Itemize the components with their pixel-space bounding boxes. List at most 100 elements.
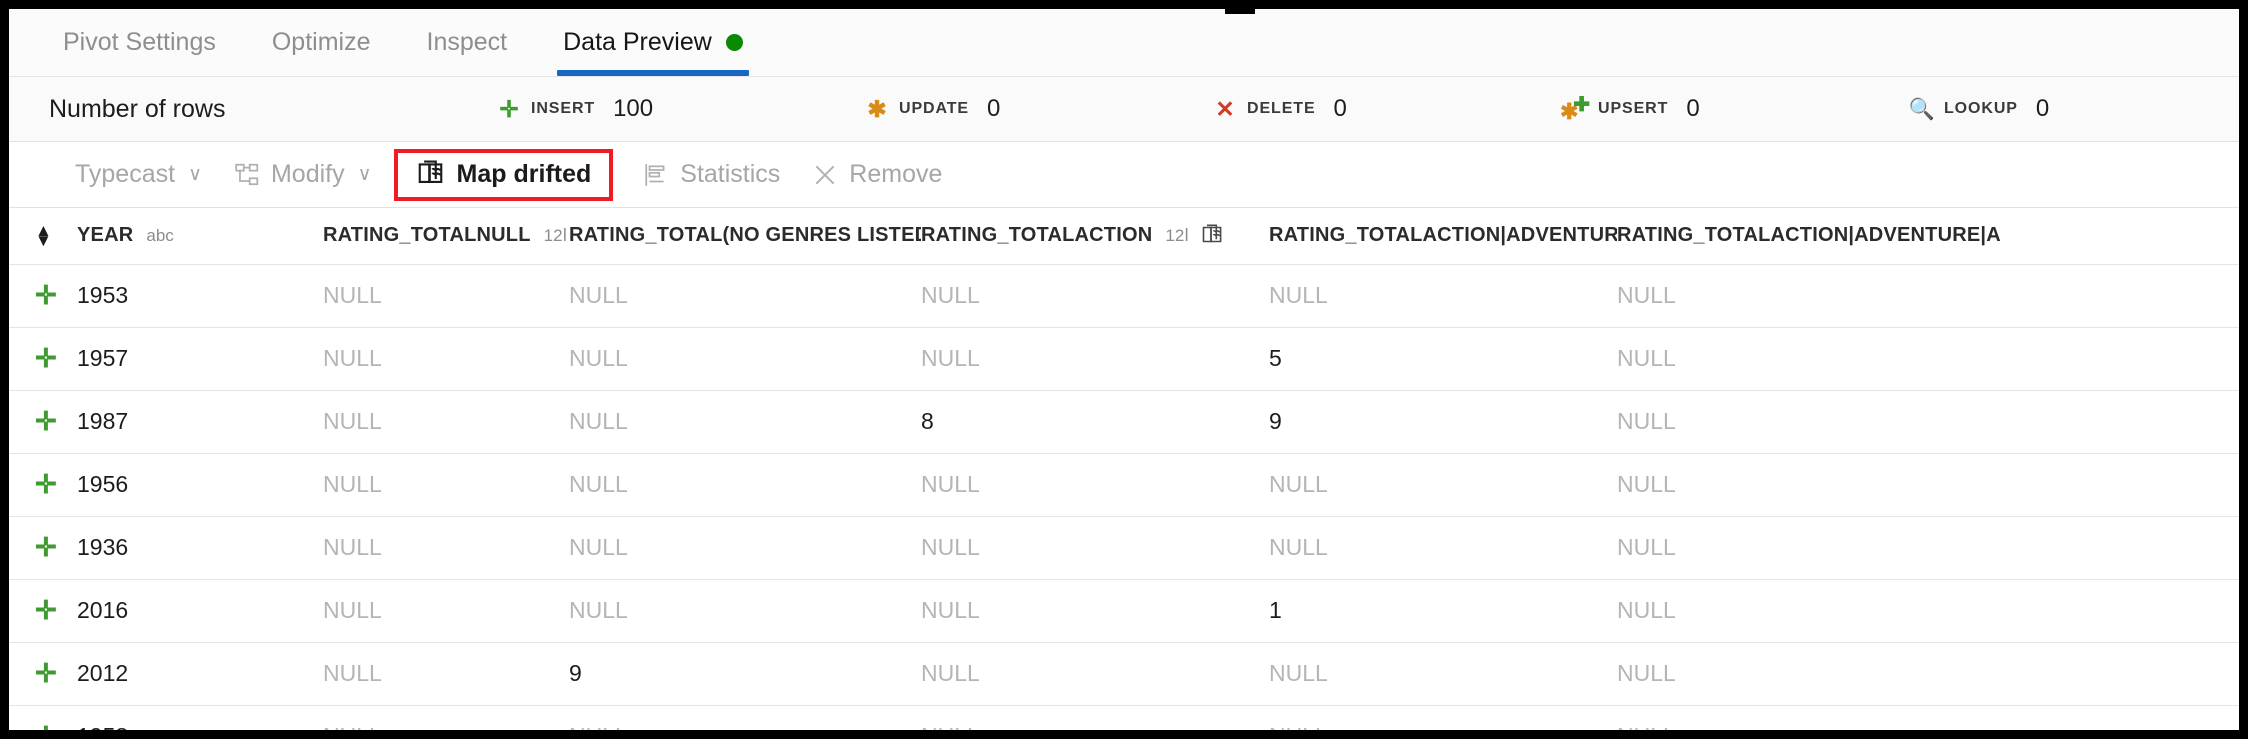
cell-rating-total-no-genres[interactable]: NULL xyxy=(569,264,921,328)
cell-year[interactable]: 2012 xyxy=(77,642,323,706)
column-header-rating-totalaction-adventure-a[interactable]: RATING_TOTALACTION|ADVENTURE|A xyxy=(1617,208,2239,265)
cell-rating-totalnull[interactable]: NULL xyxy=(323,705,569,730)
map-drifted-button[interactable]: Map drifted xyxy=(393,148,614,201)
table-row[interactable]: ✛ 2012 NULL 9 NULL NULL NULL xyxy=(9,642,2239,706)
cell-rating-totalaction-adventure[interactable]: NULL xyxy=(1269,705,1617,730)
cell-year[interactable]: 1936 xyxy=(77,516,323,580)
remove-button[interactable]: Remove xyxy=(796,151,958,199)
typecast-button[interactable]: Typecast ∨ xyxy=(59,151,218,199)
table-row[interactable]: ✛ 1956 NULL NULL NULL NULL NULL xyxy=(9,453,2239,517)
sort-column-header[interactable]: ▲ ▼ xyxy=(9,208,77,265)
row-expand-cell[interactable]: ✛ xyxy=(9,705,77,730)
cell-rating-totalaction-adventure[interactable]: NULL xyxy=(1269,453,1617,517)
modify-icon xyxy=(234,162,260,188)
cell-rating-total-no-genres[interactable]: NULL xyxy=(569,705,921,730)
table-row[interactable]: ✛ 1957 NULL NULL NULL 5 NULL xyxy=(9,327,2239,391)
tab-data-preview[interactable]: Data Preview xyxy=(535,9,771,76)
column-header-rating-totalaction-adventure[interactable]: RATING_TOTALACTION|ADVENTURE xyxy=(1269,208,1617,265)
cell-value: NULL xyxy=(1617,471,1676,497)
cell-rating-totalaction-adventure-a[interactable]: NULL xyxy=(1617,705,2239,730)
cell-rating-totalaction-adventure-a[interactable]: NULL xyxy=(1617,390,2239,454)
row-expand-cell[interactable]: ✛ xyxy=(9,453,77,517)
cell-rating-totalaction-adventure[interactable]: 5 xyxy=(1269,327,1617,391)
cell-rating-total-no-genres[interactable]: 9 xyxy=(569,642,921,706)
column-drift-icon[interactable] xyxy=(1201,224,1225,248)
table-row[interactable]: ✛ 1953 NULL NULL NULL NULL NULL xyxy=(9,264,2239,328)
statistics-button[interactable]: Statistics xyxy=(627,151,796,199)
cell-rating-totalaction-adventure[interactable]: NULL xyxy=(1269,264,1617,328)
cell-value: NULL xyxy=(1269,723,1328,730)
column-header-rating-total-no-genres[interactable]: RATING_TOTAL(NO GENRES LISTED) xyxy=(569,208,921,265)
cell-rating-totalaction[interactable]: NULL xyxy=(921,264,1269,328)
cell-rating-totalaction-adventure[interactable]: NULL xyxy=(1269,516,1617,580)
cell-year[interactable]: 1953 xyxy=(77,264,323,328)
column-name: RATING_TOTALACTION|ADVENTURE xyxy=(1269,224,1617,247)
row-expand-cell[interactable]: ✛ xyxy=(9,327,77,391)
cell-rating-totalaction-adventure[interactable]: 1 xyxy=(1269,579,1617,643)
cell-rating-totalaction[interactable]: NULL xyxy=(921,516,1269,580)
cell-rating-totalnull[interactable]: NULL xyxy=(323,642,569,706)
plus-icon[interactable]: ✛ xyxy=(35,658,57,688)
plus-icon[interactable]: ✛ xyxy=(35,532,57,562)
tab-label: Data Preview xyxy=(563,27,712,56)
column-header-rating-totalaction[interactable]: RATING_TOTALACTION 12ⅼ xyxy=(921,208,1269,265)
column-header-year[interactable]: YEAR abc xyxy=(77,208,323,265)
table-row[interactable]: ✛ 1987 NULL NULL 8 9 NULL xyxy=(9,390,2239,454)
plus-icon[interactable]: ✛ xyxy=(35,406,57,436)
row-stats-bar: Number of rows ✛ INSERT 100 ✱ UPDATE 0 ✕… xyxy=(9,77,2239,142)
cell-rating-totalnull[interactable]: NULL xyxy=(323,327,569,391)
panel-drag-handle[interactable] xyxy=(1225,0,1255,14)
stat-update: ✱ UPDATE 0 xyxy=(864,95,1000,123)
cell-year[interactable]: 1958 xyxy=(77,705,323,730)
stat-label: UPSERT xyxy=(1598,100,1669,117)
plus-icon[interactable]: ✛ xyxy=(35,595,57,625)
cell-rating-total-no-genres[interactable]: NULL xyxy=(569,516,921,580)
plus-icon[interactable]: ✛ xyxy=(35,280,57,310)
cell-rating-total-no-genres[interactable]: NULL xyxy=(569,579,921,643)
plus-icon[interactable]: ✛ xyxy=(35,469,57,499)
cell-year[interactable]: 2016 xyxy=(77,579,323,643)
cell-rating-totalnull[interactable]: NULL xyxy=(323,264,569,328)
cell-rating-total-no-genres[interactable]: NULL xyxy=(569,327,921,391)
column-header-rating-totalnull[interactable]: RATING_TOTALNULL 12ⅼ xyxy=(323,208,569,265)
table-row[interactable]: ✛ 1936 NULL NULL NULL NULL NULL xyxy=(9,516,2239,580)
cell-rating-totalaction[interactable]: NULL xyxy=(921,327,1269,391)
row-expand-cell[interactable]: ✛ xyxy=(9,264,77,328)
tab-inspect[interactable]: Inspect xyxy=(399,9,536,76)
row-expand-cell[interactable]: ✛ xyxy=(9,642,77,706)
cell-rating-totalaction-adventure[interactable]: NULL xyxy=(1269,642,1617,706)
cell-rating-totalaction[interactable]: NULL xyxy=(921,453,1269,517)
cell-year[interactable]: 1957 xyxy=(77,327,323,391)
cell-rating-totalnull[interactable]: NULL xyxy=(323,579,569,643)
plus-icon[interactable]: ✛ xyxy=(35,343,57,373)
cell-rating-totalaction-adventure-a[interactable]: NULL xyxy=(1617,264,2239,328)
cell-value: NULL xyxy=(569,471,628,497)
cell-year[interactable]: 1956 xyxy=(77,453,323,517)
cell-rating-totalaction[interactable]: NULL xyxy=(921,579,1269,643)
cell-rating-totalaction-adventure-a[interactable]: NULL xyxy=(1617,642,2239,706)
cell-rating-totalnull[interactable]: NULL xyxy=(323,453,569,517)
cell-rating-totalaction[interactable]: NULL xyxy=(921,642,1269,706)
cell-rating-totalnull[interactable]: NULL xyxy=(323,390,569,454)
cell-year[interactable]: 1987 xyxy=(77,390,323,454)
table-row[interactable]: ✛ 1958 NULL NULL NULL NULL NULL xyxy=(9,705,2239,730)
plus-icon[interactable]: ✛ xyxy=(35,721,57,730)
tab-optimize[interactable]: Optimize xyxy=(244,9,399,76)
tab-pivot-settings[interactable]: Pivot Settings xyxy=(35,9,244,76)
row-expand-cell[interactable]: ✛ xyxy=(9,579,77,643)
cell-value: 8 xyxy=(921,408,934,434)
cell-rating-totalaction-adventure-a[interactable]: NULL xyxy=(1617,516,2239,580)
cell-rating-totalaction[interactable]: 8 xyxy=(921,390,1269,454)
cell-rating-total-no-genres[interactable]: NULL xyxy=(569,390,921,454)
cell-rating-totalaction-adventure-a[interactable]: NULL xyxy=(1617,453,2239,517)
cell-rating-totalaction-adventure-a[interactable]: NULL xyxy=(1617,579,2239,643)
table-row[interactable]: ✛ 2016 NULL NULL NULL 1 NULL xyxy=(9,579,2239,643)
row-expand-cell[interactable]: ✛ xyxy=(9,390,77,454)
cell-rating-total-no-genres[interactable]: NULL xyxy=(569,453,921,517)
row-expand-cell[interactable]: ✛ xyxy=(9,516,77,580)
cell-rating-totalaction[interactable]: NULL xyxy=(921,705,1269,730)
cell-rating-totalaction-adventure-a[interactable]: NULL xyxy=(1617,327,2239,391)
cell-rating-totalaction-adventure[interactable]: 9 xyxy=(1269,390,1617,454)
cell-rating-totalnull[interactable]: NULL xyxy=(323,516,569,580)
modify-button[interactable]: Modify ∨ xyxy=(218,151,388,199)
